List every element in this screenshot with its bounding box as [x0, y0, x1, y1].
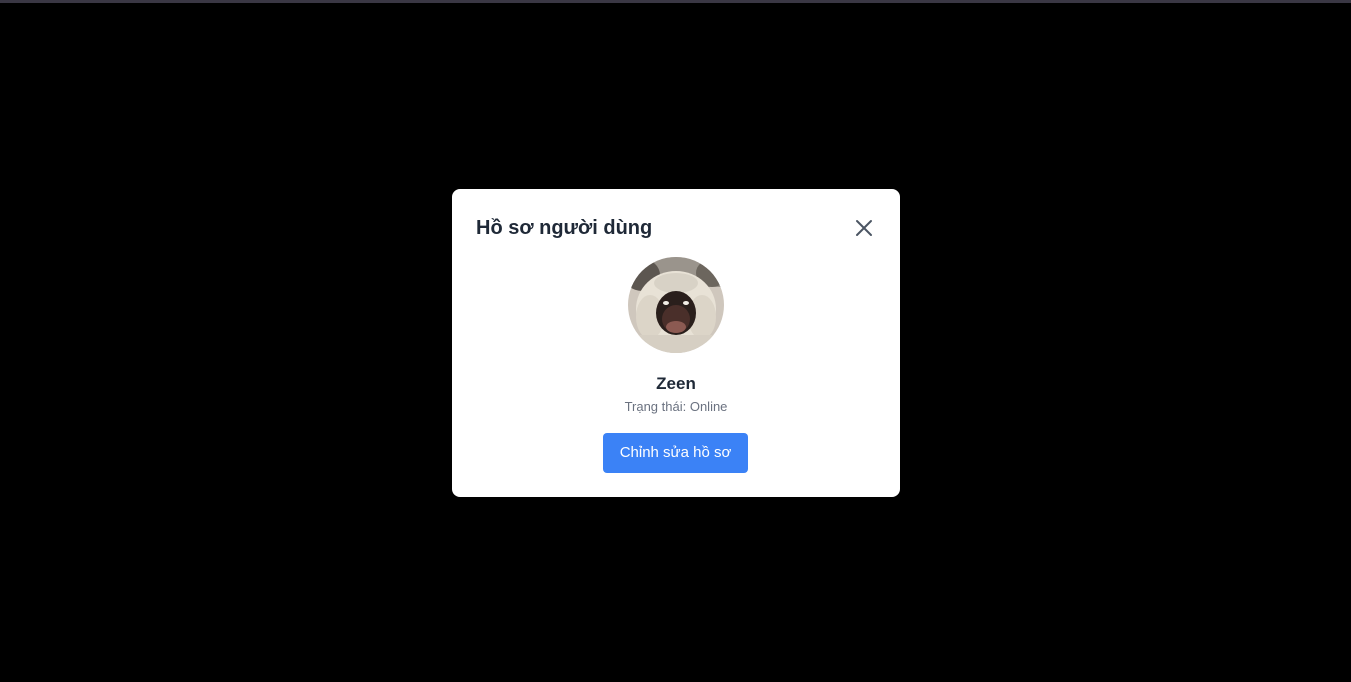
close-button[interactable] [852, 216, 876, 240]
close-icon [852, 216, 876, 240]
user-profile-modal: Hồ sơ người dùng Zeen Trạng thái: Online [452, 189, 900, 497]
avatar [628, 257, 724, 353]
modal-title: Hồ sơ người dùng [476, 217, 653, 239]
user-name: Zeen [656, 374, 696, 393]
user-status: Trạng thái: Online [624, 399, 728, 414]
edit-profile-button[interactable]: Chỉnh sửa hồ sơ [603, 433, 748, 473]
